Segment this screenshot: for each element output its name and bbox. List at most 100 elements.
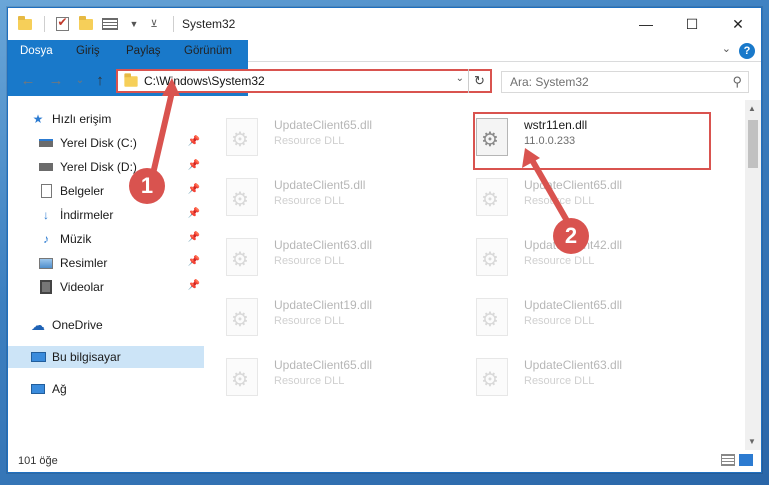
tab-giris[interactable]: Giriş	[64, 40, 112, 62]
sidebar-item-documents[interactable]: Belgeler 📌	[8, 180, 204, 202]
address-bar[interactable]: C:\Windows\System32 ⌄ ↻	[116, 69, 492, 93]
properties-icon[interactable]	[101, 15, 119, 33]
pin-dropdown-icon[interactable]: ⊻	[145, 15, 163, 33]
scroll-up-icon[interactable]: ▲	[748, 104, 756, 113]
details-view-icon[interactable]	[721, 454, 735, 466]
sidebar-item-drive-c[interactable]: Yerel Disk (C:) 📌	[8, 132, 204, 154]
dll-file-icon	[226, 178, 258, 216]
sidebar-item-music[interactable]: ♪ Müzik 📌	[8, 228, 204, 250]
file-item-wstr11en[interactable]: wstr11en.dll 11.0.0.233	[458, 108, 698, 164]
dll-file-icon	[476, 298, 508, 336]
sidebar-item-label: Belgeler	[60, 184, 105, 198]
documents-icon	[38, 183, 54, 199]
sidebar-item-onedrive[interactable]: ☁ OneDrive	[8, 314, 204, 336]
maximize-button[interactable]: ☐	[669, 8, 715, 40]
tab-paylas[interactable]: Paylaş	[114, 40, 173, 62]
sidebar-item-label: Hızlı erişim	[52, 112, 112, 126]
folder-icon[interactable]	[16, 15, 34, 33]
expand-ribbon-icon[interactable]: ⌄	[722, 42, 731, 55]
pin-icon: 📌	[187, 232, 200, 243]
folder-icon	[124, 72, 138, 87]
step-2-badge: 2	[553, 218, 589, 254]
sidebar-item-network[interactable]: Ağ	[8, 378, 204, 400]
sidebar-item-label: Videolar	[60, 280, 104, 294]
file-type: Resource DLL	[274, 375, 345, 387]
vertical-scrollbar[interactable]: ▲ ▼	[745, 100, 761, 450]
up-button[interactable]: ↑	[90, 70, 110, 90]
file-item[interactable]: UpdateClient65.dll Resource DLL	[208, 348, 448, 404]
customize-dropdown-icon[interactable]: ▼	[125, 15, 143, 33]
dll-file-icon	[476, 238, 508, 276]
quick-access-toolbar: ▼ ⊻ System32	[16, 15, 235, 33]
minimize-button[interactable]: —	[623, 8, 669, 40]
file-type: Resource DLL	[524, 315, 595, 327]
step-1-badge: 1	[129, 168, 165, 204]
file-item[interactable]: UpdateClient19.dll Resource DLL	[208, 288, 448, 344]
file-item[interactable]: UpdateClient65.dll Resource DLL	[458, 168, 698, 224]
pictures-icon	[38, 255, 54, 271]
file-item[interactable]: UpdateClient65.dll Resource DLL	[208, 108, 448, 164]
close-button[interactable]: ✕	[715, 8, 761, 40]
forward-button[interactable]: →	[46, 70, 66, 90]
navigation-pane: ★ Hızlı erişim Yerel Disk (C:) 📌 Yerel D…	[8, 100, 204, 445]
navigation-bar: ← → ⌄ ↑ C:\Windows\System32 ⌄ ↻ Ara: Sys…	[8, 63, 761, 97]
sidebar-item-videos[interactable]: Videolar 📌	[8, 276, 204, 298]
pin-icon: 📌	[187, 184, 200, 195]
back-button[interactable]: ←	[18, 70, 38, 90]
new-folder-icon[interactable]	[77, 15, 95, 33]
computer-icon	[30, 349, 46, 365]
file-name: UpdateClient63.dll	[274, 238, 373, 252]
tiles-view-icon[interactable]	[739, 454, 753, 466]
pin-icon: 📌	[187, 280, 200, 291]
separator	[173, 16, 174, 32]
file-name: UpdateClient65.dll	[274, 358, 373, 372]
sidebar-item-this-pc[interactable]: Bu bilgisayar	[8, 346, 204, 368]
pin-icon: 📌	[187, 208, 200, 219]
star-icon: ★	[32, 112, 44, 126]
file-type: Resource DLL	[274, 255, 345, 267]
dll-file-icon	[226, 358, 258, 396]
file-item[interactable]: UpdateClient63.dll Resource DLL	[208, 228, 448, 284]
file-name: UpdateClient65.dll	[524, 298, 623, 312]
help-icon[interactable]: ?	[739, 43, 755, 59]
download-icon: ↓	[43, 208, 49, 222]
sidebar-item-drive-d[interactable]: Yerel Disk (D:) 📌	[8, 156, 204, 178]
scroll-thumb[interactable]	[748, 120, 758, 168]
address-path[interactable]: C:\Windows\System32	[144, 74, 265, 88]
cloud-icon: ☁	[31, 316, 45, 333]
sidebar-item-label: Ağ	[52, 382, 67, 396]
pin-icon: 📌	[187, 160, 200, 171]
dll-file-icon	[476, 178, 508, 216]
sidebar-item-label: Bu bilgisayar	[52, 350, 121, 364]
title-bar: ▼ ⊻ System32 — ☐ ✕	[8, 8, 761, 40]
refresh-button[interactable]: ↻	[468, 69, 490, 93]
search-box[interactable]: Ara: System32 ⚲	[501, 71, 749, 93]
music-icon: ♪	[43, 232, 49, 246]
scroll-down-icon[interactable]: ▼	[748, 437, 756, 446]
dll-file-icon	[226, 118, 258, 156]
file-item[interactable]: UpdateClient63.dll Resource DLL	[458, 348, 698, 404]
file-item[interactable]: UpdateClient5.dll Resource DLL	[208, 168, 448, 224]
file-item[interactable]: UpdateClient65.dll Resource DLL	[458, 288, 698, 344]
sidebar-item-label: Yerel Disk (C:)	[60, 136, 137, 150]
search-icon[interactable]: ⚲	[732, 74, 742, 90]
sidebar-item-downloads[interactable]: ↓ İndirmeler 📌	[8, 204, 204, 226]
tab-gorunum[interactable]: Görünüm	[172, 40, 244, 62]
file-type: Resource DLL	[274, 195, 345, 207]
recent-locations-button[interactable]: ⌄	[70, 70, 90, 90]
explorer-window: ▼ ⊻ System32 — ☐ ✕ Dosya Giriş Paylaş Gö…	[7, 7, 762, 473]
pin-icon: 📌	[187, 136, 200, 147]
sidebar-item-label: İndirmeler	[60, 208, 114, 222]
address-dropdown-icon[interactable]: ⌄	[456, 73, 464, 84]
network-icon	[30, 381, 46, 397]
sidebar-item-pictures[interactable]: Resimler 📌	[8, 252, 204, 274]
properties-check-icon[interactable]	[53, 15, 71, 33]
ribbon-tabs: Dosya Giriş Paylaş Görünüm ⌄ ?	[8, 40, 761, 96]
window-title: System32	[182, 17, 236, 31]
file-type: Resource DLL	[524, 255, 595, 267]
search-placeholder[interactable]: Ara: System32	[510, 75, 589, 89]
sidebar-item-label: Yerel Disk (D:)	[60, 160, 137, 174]
sidebar-item-quick-access[interactable]: ★ Hızlı erişim	[8, 108, 204, 130]
dll-file-icon	[476, 358, 508, 396]
file-name: UpdateClient65.dll	[274, 118, 373, 132]
